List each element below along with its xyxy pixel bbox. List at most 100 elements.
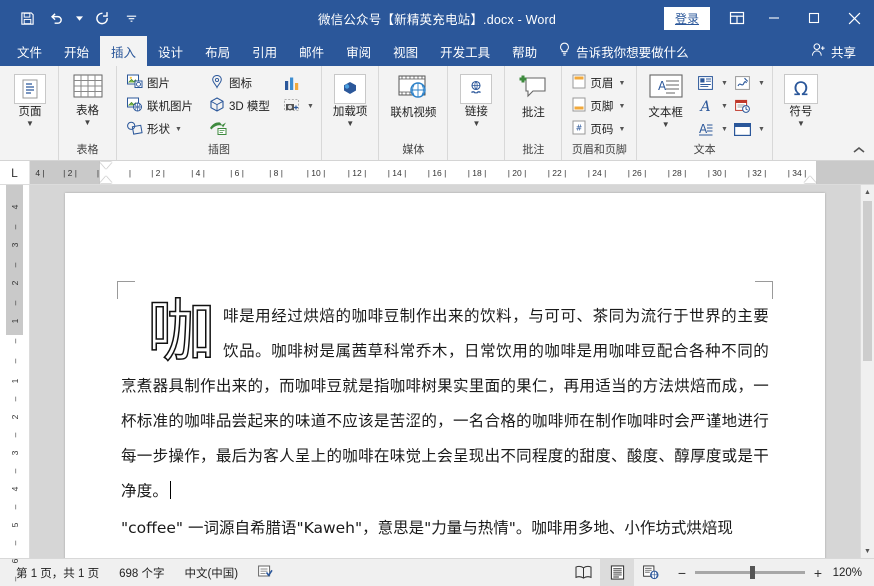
table-button[interactable]: 表格 ▼ (66, 71, 110, 129)
insert-picture-button[interactable]: 图片 (123, 72, 197, 94)
object-dropdown-caret-icon[interactable]: ▼ (757, 126, 766, 133)
vertical-scroll-thumb[interactable] (863, 201, 872, 361)
left-indent-marker[interactable] (100, 176, 112, 183)
header-dropdown-caret-icon[interactable]: ▼ (617, 80, 626, 87)
date-time-button[interactable] (731, 95, 755, 117)
save-icon[interactable] (14, 5, 40, 31)
tab-references[interactable]: 引用 (241, 36, 288, 66)
tab-developer[interactable]: 开发工具 (429, 36, 501, 66)
page-number-dropdown-caret-icon[interactable]: ▼ (617, 126, 626, 133)
tab-file[interactable]: 文件 (6, 36, 53, 66)
proofing-status-icon[interactable] (248, 564, 283, 581)
header-button[interactable]: 页眉 ▼ (568, 72, 630, 94)
tab-view[interactable]: 视图 (382, 36, 429, 66)
tab-home[interactable]: 开始 (53, 36, 100, 66)
footer-dropdown-caret-icon[interactable]: ▼ (617, 103, 626, 110)
shapes-button[interactable]: 形状 ▼ (123, 118, 197, 140)
text-box-button[interactable]: A 文本框 ▼ (643, 71, 688, 131)
tab-mailings[interactable]: 邮件 (288, 36, 335, 66)
wordart-dropdown-caret-icon[interactable]: ▼ (720, 103, 729, 110)
share-button[interactable]: 共享 (801, 36, 866, 66)
ribbon-display-options-icon[interactable] (720, 0, 754, 36)
vertical-scrollbar[interactable]: ▲ ▼ (860, 185, 874, 558)
text-box-dropdown-caret-icon[interactable]: ▼ (662, 121, 670, 129)
right-indent-marker[interactable] (804, 176, 816, 183)
status-bar-right: − + 120% (566, 559, 868, 586)
tab-review[interactable]: 审阅 (335, 36, 382, 66)
customize-qat-icon[interactable] (118, 5, 144, 31)
tab-insert[interactable]: 插入 (100, 36, 148, 66)
addins-dropdown-caret-icon[interactable]: ▼ (346, 120, 354, 128)
page-number-button[interactable]: # 页码 ▼ (568, 118, 630, 140)
share-person-icon (811, 42, 827, 60)
zoom-slider-track[interactable] (695, 566, 805, 579)
document-canvas[interactable]: 咖 啡是用经过烘焙的咖啡豆制作出来的饮料，与可可、茶同为流行于世界的主要饮品。咖… (30, 185, 860, 558)
undo-dropdown-caret-icon[interactable] (72, 5, 86, 31)
symbol-button[interactable]: Ω 符号 ▼ (779, 71, 823, 130)
tab-stop-selector[interactable]: L (0, 161, 30, 184)
maximize-button[interactable] (794, 0, 834, 36)
online-video-button[interactable]: 联机视频 (385, 71, 441, 123)
shapes-label: 形状 (147, 124, 170, 136)
next-paragraph-partial[interactable]: "coffee" 一词源自希腊语"Kaweh"，意思是"力量与热情"。咖啡用多地… (121, 511, 769, 546)
page-icon (14, 74, 46, 104)
zoom-out-button[interactable]: − (676, 565, 688, 581)
read-mode-icon[interactable] (566, 559, 600, 586)
zoom-in-button[interactable]: + (812, 565, 824, 581)
icons-button[interactable]: 图标 (205, 72, 274, 94)
pages-button[interactable]: 页面 ▼ (8, 71, 52, 130)
chart-button[interactable] (280, 72, 304, 94)
screenshot-button[interactable] (280, 95, 304, 117)
pages-dropdown-caret-icon[interactable]: ▼ (26, 120, 34, 128)
redo-icon[interactable] (89, 5, 115, 31)
online-picture-button[interactable]: 联机图片 (123, 95, 197, 117)
sign-in-button[interactable]: 登录 (663, 6, 710, 30)
link-button[interactable]: 链接 ▼ (454, 71, 498, 130)
collapse-ribbon-button[interactable] (850, 142, 868, 158)
status-page-info[interactable]: 第 1 页，共 1 页 (6, 565, 109, 581)
tab-layout[interactable]: 布局 (194, 36, 241, 66)
first-line-indent-marker[interactable] (100, 162, 112, 169)
symbol-dropdown-caret-icon[interactable]: ▼ (797, 120, 805, 128)
document-body[interactable]: 咖 啡是用经过烘焙的咖啡豆制作出来的饮料，与可可、茶同为流行于世界的主要饮品。咖… (65, 193, 825, 546)
table-dropdown-caret-icon[interactable]: ▼ (84, 119, 92, 127)
model3d-button[interactable]: 3D 模型 (205, 95, 274, 117)
text-cursor (170, 481, 172, 499)
tab-design[interactable]: 设计 (147, 36, 194, 66)
online-video-label: 联机视频 (390, 107, 437, 119)
status-language[interactable]: 中文(中国) (174, 565, 248, 581)
vertical-ruler[interactable]: 4 – 3 – 2 – 1 – – 1 – 2 – 3 – 4 – 5 – 6 … (0, 185, 30, 581)
link-dropdown-caret-icon[interactable]: ▼ (472, 120, 480, 128)
scroll-up-arrow-icon[interactable]: ▲ (861, 185, 874, 199)
wordart-button[interactable]: A (694, 95, 718, 117)
status-word-count[interactable]: 698 个字 (109, 565, 174, 581)
quick-parts-button[interactable] (694, 72, 718, 94)
footer-button[interactable]: 页脚 ▼ (568, 95, 630, 117)
signature-line-button[interactable] (731, 72, 755, 94)
horizontal-ruler-track[interactable]: 4 | | 2 | | | | 2 | | 4 | | 6 | | 8 | | … (30, 161, 874, 184)
tell-me-search[interactable]: 告诉我你想要做什么 (548, 36, 699, 66)
body-paragraph[interactable]: 啡是用经过烘焙的咖啡豆制作出来的饮料，与可可、茶同为流行于世界的主要饮品。咖啡树… (121, 299, 769, 509)
web-layout-icon[interactable] (634, 559, 668, 586)
quick-parts-dropdown-caret-icon[interactable]: ▼ (720, 80, 729, 87)
scroll-down-arrow-icon[interactable]: ▼ (861, 544, 874, 558)
tab-help[interactable]: 帮助 (501, 36, 548, 66)
print-layout-icon[interactable] (600, 559, 634, 586)
horizontal-ruler[interactable]: L 4 | | 2 | | | | 2 | | 4 | | 6 | | 8 | … (0, 161, 874, 185)
smartart-button[interactable] (205, 118, 274, 140)
screenshot-dropdown-caret-icon[interactable]: ▼ (306, 103, 315, 110)
zoom-slider-thumb[interactable] (750, 566, 755, 579)
document-page[interactable]: 咖 啡是用经过烘焙的咖啡豆制作出来的饮料，与可可、茶同为流行于世界的主要饮品。咖… (65, 193, 825, 558)
minimize-button[interactable] (754, 0, 794, 36)
new-comment-button[interactable]: 批注 (511, 71, 555, 123)
ribbon-group-media: 联机视频 媒体 (379, 66, 449, 160)
shapes-dropdown-caret-icon[interactable]: ▼ (174, 126, 183, 133)
close-button[interactable] (834, 0, 874, 36)
zoom-level-value[interactable]: 120% (832, 567, 868, 579)
object-button[interactable] (731, 118, 755, 140)
drop-cap-dropdown-caret-icon[interactable]: ▼ (720, 126, 729, 133)
undo-icon[interactable] (43, 5, 69, 31)
addins-button[interactable]: 加载项 ▼ (328, 71, 373, 130)
drop-cap-button[interactable]: A (694, 118, 718, 140)
signature-line-dropdown-caret-icon[interactable]: ▼ (757, 80, 766, 87)
